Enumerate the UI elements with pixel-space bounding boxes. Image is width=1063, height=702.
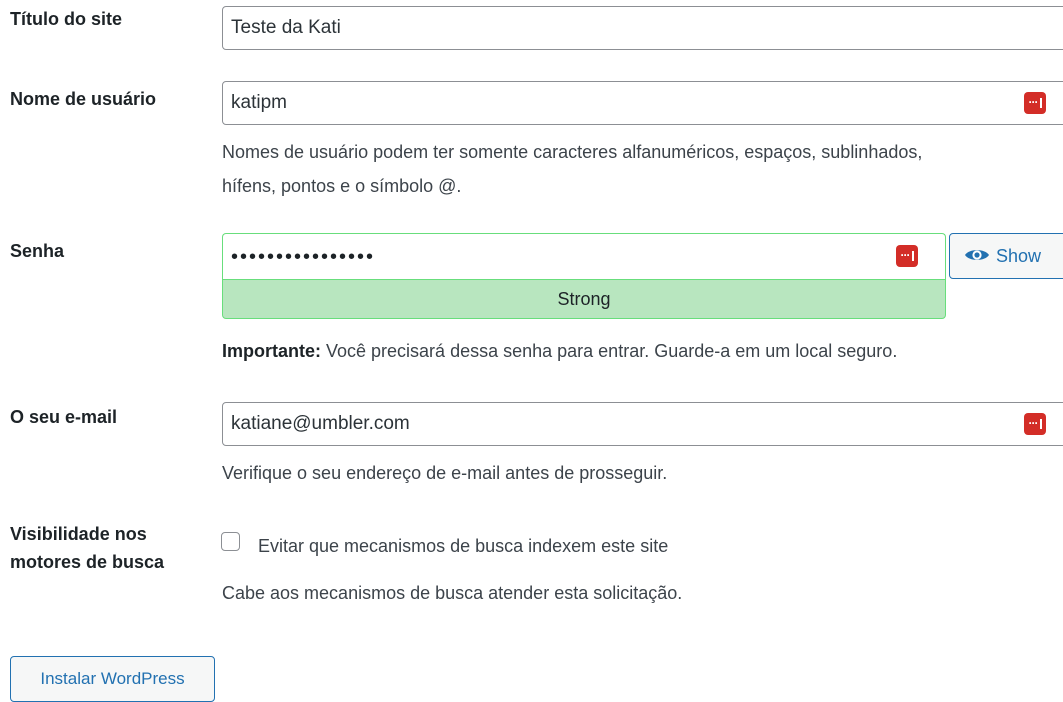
password-manager-icon[interactable]: ···	[896, 245, 918, 267]
password-masked-value: ••••••••••••••••	[231, 246, 376, 268]
username-label: Nome de usuário	[10, 89, 157, 109]
site-title-input[interactable]: Teste da Kati	[222, 6, 1063, 50]
email-value: katiane@umbler.com	[231, 413, 410, 434]
username-help-line2: hífens, pontos e o símbolo @.	[222, 176, 462, 196]
site-title-label: Título do site	[10, 9, 122, 29]
eye-icon	[964, 235, 990, 279]
password-note-text: Você precisará dessa senha para entrar. …	[321, 341, 898, 361]
password-manager-icon[interactable]: ···	[1024, 413, 1046, 435]
visibility-label-line2: motores de busca	[10, 552, 165, 572]
email-help: Verifique o seu endereço de e-mail antes…	[222, 463, 668, 483]
show-password-label: Show	[996, 246, 1042, 266]
install-wordpress-button[interactable]: Instalar WordPress	[10, 656, 215, 702]
username-value: katipm	[231, 92, 287, 113]
discourage-search-checkbox[interactable]	[221, 532, 240, 551]
username-input[interactable]: katipm	[222, 81, 1063, 125]
password-strength-indicator: Strong	[222, 279, 946, 319]
discourage-search-label[interactable]: Evitar que mecanismos de busca indexem e…	[258, 531, 668, 562]
username-help-line1: Nomes de usuário podem ter somente carac…	[222, 142, 923, 162]
show-password-button[interactable]: Show	[949, 233, 1063, 279]
password-note: Importante: Você precisará dessa senha p…	[222, 336, 897, 367]
visibility-label-line1: Visibilidade nos	[10, 524, 147, 544]
password-manager-icon[interactable]: ···	[1024, 92, 1046, 114]
visibility-help: Cabe aos mecanismos de busca atender est…	[222, 583, 683, 603]
email-label: O seu e-mail	[10, 407, 118, 427]
password-input[interactable]: ••••••••••••••••	[222, 233, 946, 279]
email-input[interactable]: katiane@umbler.com	[222, 402, 1063, 446]
password-label: Senha	[10, 241, 65, 261]
password-note-bold: Importante:	[222, 341, 321, 361]
